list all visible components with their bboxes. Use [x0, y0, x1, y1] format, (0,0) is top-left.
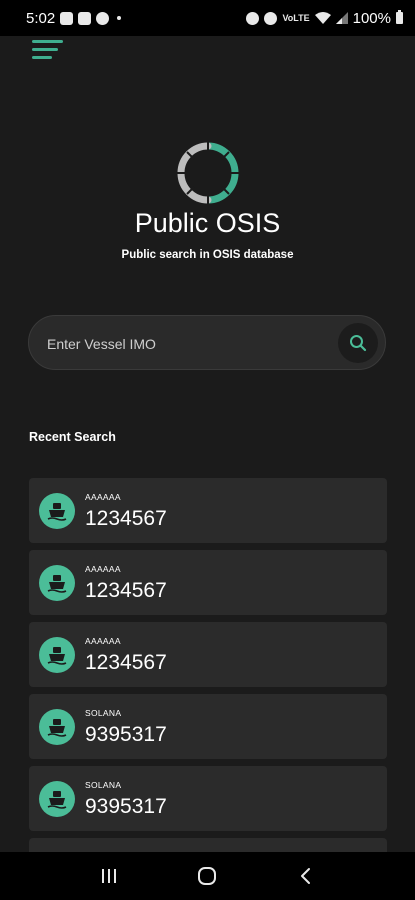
ship-icon	[39, 781, 75, 817]
app-title: Public OSIS	[134, 208, 281, 238]
system-nav-bar	[0, 852, 415, 900]
alarm-icon	[246, 11, 260, 25]
status-left: 5:02	[26, 9, 122, 27]
list-item[interactable]: AAAAAA 1234567	[29, 550, 387, 615]
vessel-name: SOLANA	[85, 780, 122, 790]
ship-icon	[39, 493, 75, 529]
recent-search-list: AAAAAA 1234567 AAAAAA 1234567 AAAAAA 123…	[29, 478, 387, 875]
calendar-icon	[78, 11, 92, 25]
vessel-name: SOLANA	[85, 708, 122, 718]
vessel-imo: 9395317	[85, 795, 167, 818]
vessel-imo: 1234567	[85, 507, 167, 530]
osis-logo-icon	[177, 142, 239, 204]
volte-icon: VoLTE	[282, 12, 310, 23]
vessel-name: AAAAAA	[85, 636, 121, 646]
list-item[interactable]: SOLANA 9395317	[29, 766, 387, 831]
recent-apps-icon[interactable]	[89, 856, 129, 896]
recent-search-title: Recent Search	[29, 430, 116, 444]
status-bar: 5:02 VoLTE 100%	[0, 0, 415, 36]
list-item[interactable]: AAAAAA 1234567	[29, 478, 387, 543]
back-icon[interactable]	[286, 856, 326, 896]
vessel-imo: 9395317	[85, 723, 167, 746]
whatsapp-icon	[96, 11, 110, 25]
gallery-icon	[60, 11, 74, 25]
wifi-icon	[314, 11, 331, 24]
vessel-name: AAAAAA	[85, 492, 121, 502]
list-item[interactable]: SOLANA 9395317	[29, 694, 387, 759]
hamburger-menu-icon[interactable]	[32, 40, 64, 62]
list-item[interactable]: AAAAAA 1234567	[29, 622, 387, 687]
ship-icon	[39, 709, 75, 745]
vessel-name: AAAAAA	[85, 564, 121, 574]
notification-dot-icon	[117, 16, 122, 20]
battery-percent: 100%	[352, 9, 391, 27]
vessel-imo: 1234567	[85, 579, 167, 602]
search-bar	[28, 315, 386, 371]
search-button[interactable]	[338, 323, 378, 363]
search-icon	[350, 335, 367, 352]
status-time: 5:02	[26, 9, 56, 27]
battery-icon	[396, 10, 403, 24]
app-subtitle: Public search in OSIS database	[121, 249, 294, 261]
ship-icon	[39, 565, 75, 601]
status-right: VoLTE 100%	[246, 10, 403, 27]
home-icon[interactable]	[187, 856, 227, 896]
vessel-imo: 1234567	[85, 651, 167, 674]
hotspot-icon	[264, 11, 278, 25]
signal-icon	[335, 12, 348, 24]
ship-icon	[39, 637, 75, 673]
vessel-imo-input[interactable]	[45, 316, 329, 371]
